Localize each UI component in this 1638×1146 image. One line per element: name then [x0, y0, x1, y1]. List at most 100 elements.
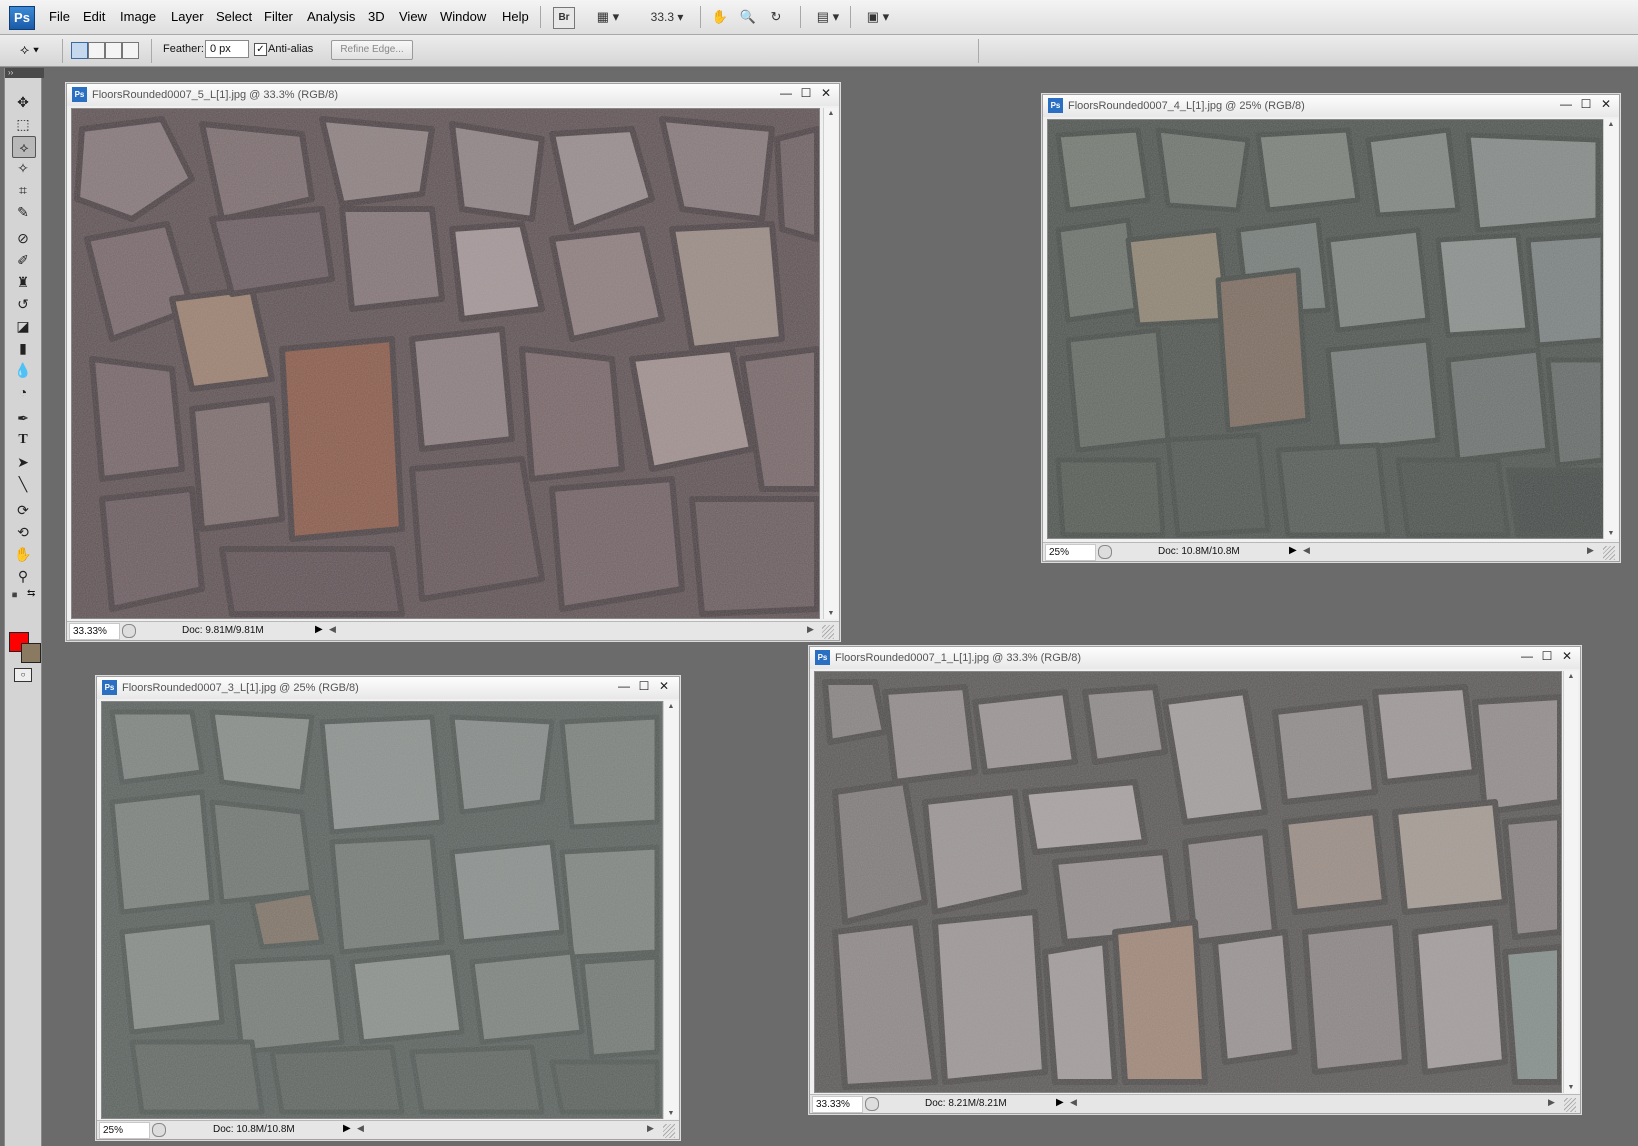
- image-canvas[interactable]: [101, 701, 663, 1119]
- clone-stamp-tool[interactable]: ♜: [12, 272, 34, 292]
- lasso-tool[interactable]: ⟡: [12, 136, 36, 158]
- scroll-up-arrow[interactable]: ▲: [664, 703, 678, 710]
- scroll-up-arrow[interactable]: ▲: [1564, 673, 1578, 680]
- healing-brush-tool[interactable]: ⊘: [12, 228, 34, 248]
- type-tool[interactable]: T: [12, 430, 34, 450]
- eyedropper-tool[interactable]: ✎: [12, 202, 34, 222]
- arrange-documents-button[interactable]: ▤ ▾: [810, 7, 846, 27]
- vertical-scrollbar[interactable]: ▲ ▼: [1603, 119, 1618, 539]
- hand-tool[interactable]: ✋: [12, 544, 34, 564]
- minimize-button[interactable]: —: [1559, 97, 1573, 111]
- vertical-scrollbar[interactable]: ▲ ▼: [823, 108, 838, 619]
- minimize-button[interactable]: —: [617, 679, 631, 693]
- document-window[interactable]: Ps FloorsRounded0007_5_L[1].jpg @ 33.3% …: [66, 83, 840, 641]
- scroll-down-arrow[interactable]: ▼: [1604, 530, 1618, 537]
- close-button[interactable]: ✕: [819, 86, 833, 100]
- menu-analysis[interactable]: Analysis: [307, 9, 355, 24]
- gradient-tool[interactable]: ▮: [12, 338, 34, 358]
- resize-grip[interactable]: [1564, 1098, 1576, 1112]
- move-tool[interactable]: ✥: [12, 92, 34, 112]
- scroll-down-arrow[interactable]: ▼: [824, 610, 838, 617]
- eraser-tool[interactable]: ◪: [12, 316, 34, 336]
- window-titlebar[interactable]: Ps FloorsRounded0007_4_L[1].jpg @ 25% (R…: [1043, 95, 1619, 117]
- menu-select[interactable]: Select: [216, 9, 252, 24]
- zoom-level-dropdown[interactable]: 33.3 ▾: [642, 7, 692, 27]
- rotate-view-button[interactable]: ↻: [766, 7, 786, 27]
- maximize-button[interactable]: ☐: [799, 86, 813, 100]
- scroll-up-arrow[interactable]: ▲: [824, 110, 838, 117]
- scroll-down-arrow[interactable]: ▼: [1564, 1084, 1578, 1091]
- screen-mode-button[interactable]: ▣ ▾: [860, 7, 896, 27]
- scroll-right-arrow[interactable]: ▶: [647, 1123, 654, 1134]
- line-tool[interactable]: ╲: [12, 474, 34, 494]
- menu-3d[interactable]: 3D: [368, 9, 385, 24]
- view-extras-button[interactable]: ▦ ▾: [590, 7, 626, 27]
- scroll-left-arrow[interactable]: ◀: [1303, 545, 1310, 556]
- status-menu-arrow[interactable]: ▶: [315, 624, 323, 635]
- bridge-button[interactable]: Br: [553, 7, 575, 29]
- hand-tool-button[interactable]: ✋: [710, 7, 730, 27]
- menu-image[interactable]: Image: [120, 9, 156, 24]
- menu-edit[interactable]: Edit: [83, 9, 105, 24]
- zoom-field[interactable]: 33.33%: [69, 623, 120, 640]
- image-canvas[interactable]: [1047, 119, 1607, 539]
- history-brush-tool[interactable]: ↺: [12, 294, 34, 314]
- window-titlebar[interactable]: Ps FloorsRounded0007_1_L[1].jpg @ 33.3% …: [810, 647, 1580, 669]
- refine-edge-button[interactable]: Refine Edge...: [331, 40, 413, 60]
- zoom-field[interactable]: 25%: [99, 1122, 150, 1139]
- close-button[interactable]: ✕: [657, 679, 671, 693]
- menu-file[interactable]: File: [49, 9, 70, 24]
- add-to-selection-button[interactable]: [88, 42, 105, 59]
- panel-collapse-grip[interactable]: ››: [5, 68, 44, 78]
- zoom-tool-button[interactable]: 🔍: [738, 7, 758, 27]
- blur-tool[interactable]: 💧: [12, 360, 34, 380]
- zoom-field[interactable]: 33.33%: [812, 1096, 863, 1113]
- window-titlebar[interactable]: Ps FloorsRounded0007_5_L[1].jpg @ 33.3% …: [67, 84, 839, 106]
- magic-wand-tool[interactable]: ✧: [12, 158, 34, 178]
- scroll-right-arrow[interactable]: ▶: [807, 624, 814, 635]
- swap-colors-button[interactable]: ⇆: [27, 588, 35, 599]
- dodge-tool[interactable]: ◔: [12, 382, 34, 402]
- document-window[interactable]: Ps FloorsRounded0007_1_L[1].jpg @ 33.3% …: [809, 646, 1581, 1114]
- menu-window[interactable]: Window: [440, 9, 486, 24]
- maximize-button[interactable]: ☐: [637, 679, 651, 693]
- antialias-checkbox[interactable]: ✓: [254, 43, 267, 56]
- image-canvas[interactable]: [814, 671, 1562, 1093]
- menu-layer[interactable]: Layer: [171, 9, 204, 24]
- new-selection-button[interactable]: [71, 42, 88, 59]
- path-selection-tool[interactable]: ➤: [12, 452, 34, 472]
- window-titlebar[interactable]: Ps FloorsRounded0007_3_L[1].jpg @ 25% (R…: [97, 677, 679, 699]
- scroll-left-arrow[interactable]: ◀: [329, 624, 336, 635]
- menu-view[interactable]: View: [399, 9, 427, 24]
- zoom-field[interactable]: 25%: [1045, 544, 1096, 561]
- status-menu-arrow[interactable]: ▶: [343, 1123, 351, 1134]
- feather-input[interactable]: 0 px: [205, 40, 249, 58]
- close-button[interactable]: ✕: [1599, 97, 1613, 111]
- maximize-button[interactable]: ☐: [1579, 97, 1593, 111]
- image-canvas[interactable]: [71, 108, 820, 619]
- minimize-button[interactable]: —: [779, 86, 793, 100]
- resize-grip[interactable]: [822, 625, 834, 639]
- scroll-left-arrow[interactable]: ◀: [1070, 1097, 1077, 1108]
- scroll-right-arrow[interactable]: ▶: [1548, 1097, 1555, 1108]
- resize-grip[interactable]: [663, 1124, 675, 1138]
- resize-grip[interactable]: [1603, 546, 1615, 560]
- scroll-left-arrow[interactable]: ◀: [357, 1123, 364, 1134]
- status-menu-arrow[interactable]: ▶: [1056, 1097, 1064, 1108]
- crop-tool[interactable]: ⌗: [12, 180, 34, 200]
- status-menu-arrow[interactable]: ▶: [1289, 545, 1297, 556]
- scroll-up-arrow[interactable]: ▲: [1604, 121, 1618, 128]
- subtract-from-selection-button[interactable]: [105, 42, 122, 59]
- marquee-tool[interactable]: ⬚: [12, 114, 34, 134]
- document-window[interactable]: Ps FloorsRounded0007_3_L[1].jpg @ 25% (R…: [96, 676, 680, 1140]
- pen-tool[interactable]: ✒: [12, 408, 34, 428]
- menu-help[interactable]: Help: [502, 9, 529, 24]
- default-colors-button[interactable]: ◾: [9, 590, 20, 601]
- 3d-orbit-tool[interactable]: ⟲: [12, 522, 34, 542]
- background-color-swatch[interactable]: [21, 643, 41, 663]
- minimize-button[interactable]: —: [1520, 649, 1534, 663]
- tool-preset-picker[interactable]: ⟡ ▾: [20, 41, 39, 58]
- scroll-right-arrow[interactable]: ▶: [1587, 545, 1594, 556]
- quick-mask-button[interactable]: ○: [14, 668, 32, 682]
- maximize-button[interactable]: ☐: [1540, 649, 1554, 663]
